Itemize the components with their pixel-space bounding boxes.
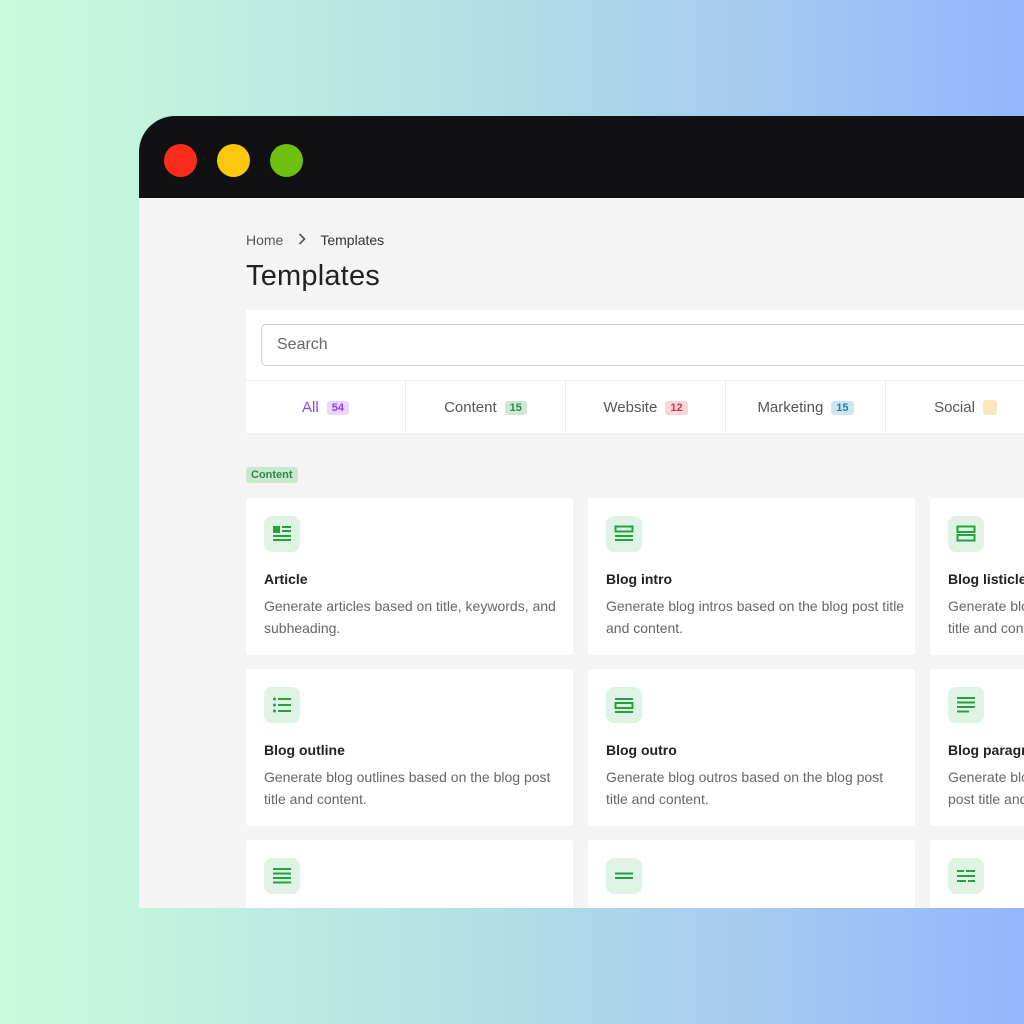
card-description: Generate blog outros based on the blog p…	[606, 769, 884, 807]
text-blocks-icon	[948, 858, 984, 894]
tab-count-badge	[982, 400, 997, 415]
section-badge-content: Content	[246, 467, 298, 483]
blog-listicle-icon	[948, 516, 984, 552]
search-input[interactable]	[261, 324, 1024, 366]
tab-label: Website	[603, 399, 658, 416]
card-title: Blog paragraph	[948, 742, 1024, 758]
template-card-blog-outline[interactable]: Blog outline Generate blog outlines base…	[246, 669, 573, 826]
tab-count-badge: 54	[326, 400, 349, 415]
template-card-blog-listicle[interactable]: Blog listicle Generate blog listicles ba…	[930, 498, 1024, 655]
equals-icon	[606, 858, 642, 894]
tab-label: Marketing	[757, 399, 824, 416]
card-description: Generate blog outlines based on the blog…	[264, 769, 551, 807]
breadcrumb-current: Templates	[320, 232, 385, 248]
text-lines-icon	[264, 858, 300, 894]
chevron-right-icon	[298, 232, 306, 248]
paragraph-icon	[948, 687, 984, 723]
title-bar	[139, 116, 1024, 198]
tab-label: Social	[934, 399, 975, 416]
tab-website[interactable]: Website 12	[566, 381, 726, 434]
breadcrumb-home[interactable]: Home	[246, 232, 283, 248]
tab-marketing[interactable]: Marketing 15	[726, 381, 886, 434]
close-window-button[interactable]	[164, 144, 197, 177]
tab-count-badge: 12	[665, 400, 688, 415]
card-description: Generate blog paragraphs based on the bl…	[948, 769, 1024, 807]
template-card[interactable]	[588, 840, 915, 908]
app-window: Home Templates Templates All 54 Content …	[139, 116, 1024, 908]
card-title: Article	[264, 571, 308, 587]
maximize-window-button[interactable]	[270, 144, 303, 177]
card-description: Generate articles based on title, keywor…	[264, 598, 556, 636]
card-description: Generate blog intros based on the blog p…	[606, 598, 905, 636]
article-icon	[264, 516, 300, 552]
template-card-article[interactable]: Article Generate articles based on title…	[246, 498, 573, 655]
tab-count-badge: 15	[504, 400, 527, 415]
main-content: Home Templates Templates All 54 Content …	[139, 198, 1024, 908]
template-card-blog-paragraph[interactable]: Blog paragraph Generate blog paragraphs …	[930, 669, 1024, 826]
card-description: Generate blog listicles based on the blo…	[948, 598, 1024, 636]
template-card[interactable]	[246, 840, 573, 908]
template-card-blog-outro[interactable]: Blog outro Generate blog outros based on…	[588, 669, 915, 826]
blog-outro-icon	[606, 687, 642, 723]
page-title: Templates	[246, 260, 380, 292]
card-title: Blog intro	[606, 571, 673, 587]
tab-content[interactable]: Content 15	[406, 381, 566, 434]
list-icon	[264, 687, 300, 723]
filter-panel: All 54 Content 15 Website 12 Marketing 1…	[246, 310, 1024, 434]
template-card-blog-intro[interactable]: Blog intro Generate blog intros based on…	[588, 498, 915, 655]
blog-intro-icon	[606, 516, 642, 552]
card-title: Blog listicle	[948, 571, 1024, 587]
template-card[interactable]	[930, 840, 1024, 908]
minimize-window-button[interactable]	[217, 144, 250, 177]
tab-count-badge: 15	[831, 400, 854, 415]
tab-all[interactable]: All 54	[246, 381, 406, 434]
tab-social[interactable]: Social	[886, 381, 1024, 434]
breadcrumb: Home Templates	[246, 232, 384, 248]
card-title: Blog outline	[264, 742, 345, 758]
card-title: Blog outro	[606, 742, 677, 758]
category-tabs: All 54 Content 15 Website 12 Marketing 1…	[246, 380, 1024, 434]
tab-label: Content	[444, 399, 497, 416]
tab-label: All	[302, 399, 319, 416]
